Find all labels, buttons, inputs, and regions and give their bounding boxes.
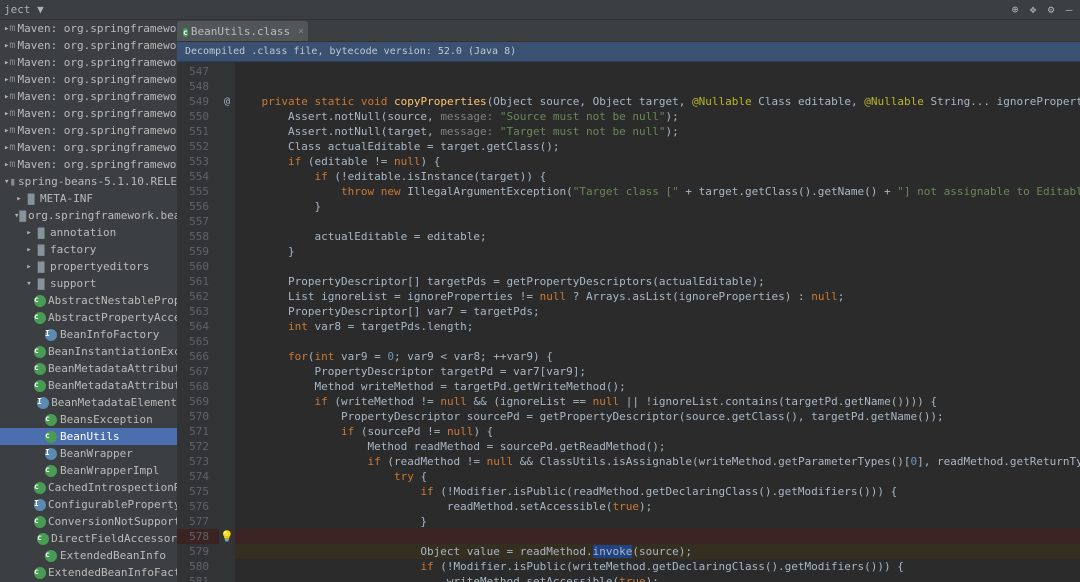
tree-item[interactable]: cBeanMetadataAttributeAccessor — [0, 377, 177, 394]
line-number[interactable]: 574 — [177, 469, 219, 484]
line-number[interactable]: 575 — [177, 484, 219, 499]
tree-item[interactable]: ▸mMaven: org.springframework.boot:spring… — [0, 20, 177, 37]
tree-item[interactable]: ▸mMaven: org.springframework.security:sp… — [0, 105, 177, 122]
gutter-glyph[interactable]: 💡 — [220, 530, 234, 543]
line-number[interactable]: 570 — [177, 409, 219, 424]
tree-item[interactable]: ▸▇factory — [0, 241, 177, 258]
tree-item[interactable]: ▸mMaven: org.springframework.security:sp… — [0, 71, 177, 88]
line-number[interactable]: 558 — [177, 229, 219, 244]
tree-item[interactable]: cAbstractPropertyAccessor — [0, 309, 177, 326]
line-number[interactable]: 565 — [177, 334, 219, 349]
tree-item[interactable]: cExtendedBeanInfoFactory — [0, 564, 177, 581]
tab-label: BeanUtils.class — [191, 25, 290, 38]
expand-icon[interactable]: ✥ — [1026, 3, 1040, 17]
project-tree-panel: ▸mMaven: org.springframework.boot:spring… — [0, 20, 177, 582]
class-file-icon: c — [183, 25, 188, 38]
project-toolbar: ject ▼ ⊕ ✥ ⚙ — — [0, 0, 1080, 20]
line-number[interactable]: 554 — [177, 169, 219, 184]
line-number[interactable]: 551 — [177, 124, 219, 139]
line-number[interactable]: 547 — [177, 64, 219, 79]
tree-item[interactable]: ▸mMaven: org.springframework.plugin:spri… — [0, 54, 177, 71]
line-number[interactable]: 568 — [177, 379, 219, 394]
tree-item[interactable]: ▸mMaven: org.springframework.security:sp… — [0, 88, 177, 105]
tree-item[interactable]: ▸mMaven: org.springframework:spring-bean… — [0, 156, 177, 173]
tree-item[interactable]: cDirectFieldAccessor — [0, 530, 177, 547]
gutter-glyphs: @💡 — [219, 62, 235, 582]
tree-item[interactable]: ▾▇org.springframework.beans — [0, 207, 177, 224]
project-dropdown[interactable]: ject ▼ — [4, 3, 44, 16]
line-number[interactable]: 549 — [177, 94, 219, 109]
tree-item[interactable]: cBeanWrapperImpl — [0, 462, 177, 479]
tree-item[interactable]: ▸mMaven: org.springframework.cloud:sprin… — [0, 37, 177, 54]
editor-tabs: c BeanUtils.class × — [177, 20, 1080, 42]
line-number[interactable]: 553 — [177, 154, 219, 169]
line-number[interactable]: 572 — [177, 439, 219, 454]
line-number[interactable]: 569 — [177, 394, 219, 409]
tree-item[interactable]: cBeansException — [0, 411, 177, 428]
gear-icon[interactable]: ⚙ — [1044, 3, 1058, 17]
tree-item[interactable]: cExtendedBeanInfo — [0, 547, 177, 564]
code-editor[interactable]: 5475485495505515525535545555565575585595… — [177, 62, 1080, 582]
line-number[interactable]: 550 — [177, 109, 219, 124]
tree-item[interactable]: cBeanMetadataAttribute — [0, 360, 177, 377]
project-tree[interactable]: ▸mMaven: org.springframework.boot:spring… — [0, 20, 177, 582]
line-number[interactable]: 548 — [177, 79, 219, 94]
line-number[interactable]: 577 — [177, 514, 219, 529]
tree-item[interactable]: IBeanInfoFactory — [0, 326, 177, 343]
line-number[interactable]: 556 — [177, 199, 219, 214]
line-number[interactable]: 557 — [177, 214, 219, 229]
line-number[interactable]: 580 — [177, 559, 219, 574]
line-number[interactable]: 566 — [177, 349, 219, 364]
tree-item[interactable]: IBeanMetadataElement — [0, 394, 177, 411]
line-number[interactable]: 555 — [177, 184, 219, 199]
tree-item[interactable]: ▸▇propertyeditors — [0, 258, 177, 275]
line-number[interactable]: 561 — [177, 274, 219, 289]
tree-item[interactable]: cCachedIntrospectionResults — [0, 479, 177, 496]
line-number[interactable]: 578 — [177, 529, 219, 544]
line-number[interactable]: 567 — [177, 364, 219, 379]
tree-item[interactable]: IBeanWrapper — [0, 445, 177, 462]
line-number[interactable]: 562 — [177, 289, 219, 304]
line-number[interactable]: 559 — [177, 244, 219, 259]
tree-item[interactable]: ▾▮spring-beans-5.1.10.RELEASE.jarlibrary — [0, 173, 177, 190]
decompiled-banner: Decompiled .class file, bytecode version… — [177, 42, 1080, 62]
line-number[interactable]: 581 — [177, 574, 219, 582]
line-number[interactable]: 576 — [177, 499, 219, 514]
locate-icon[interactable]: ⊕ — [1008, 3, 1022, 17]
collapse-icon[interactable]: — — [1062, 3, 1076, 17]
line-number[interactable]: 560 — [177, 259, 219, 274]
line-number[interactable]: 552 — [177, 139, 219, 154]
tree-item[interactable]: cAbstractNestablePropertyAccessor — [0, 292, 177, 309]
tree-item[interactable]: ▸mMaven: org.springframework:spring-aop:… — [0, 139, 177, 156]
gutter[interactable]: 5475485495505515525535545555565575585595… — [177, 62, 219, 582]
tree-item[interactable]: cBeanInstantiationException — [0, 343, 177, 360]
tree-item[interactable]: ▸▇annotation — [0, 224, 177, 241]
line-number[interactable]: 564 — [177, 319, 219, 334]
line-number[interactable]: 573 — [177, 454, 219, 469]
tree-item[interactable]: cConversionNotSupportedException — [0, 513, 177, 530]
gutter-glyph[interactable]: @ — [224, 96, 230, 107]
tab-beanutils[interactable]: c BeanUtils.class × — [177, 21, 308, 41]
tree-item[interactable]: ▾▇support — [0, 275, 177, 292]
line-number[interactable]: 579 — [177, 544, 219, 559]
tree-item[interactable]: ▸mMaven: org.springframework.security:sp… — [0, 122, 177, 139]
line-number[interactable]: 563 — [177, 304, 219, 319]
tree-item[interactable]: cBeanUtils — [0, 428, 177, 445]
close-icon[interactable]: × — [298, 26, 304, 37]
tree-item[interactable]: IConfigurablePropertyAccessor — [0, 496, 177, 513]
tree-item[interactable]: ▸▇META-INF — [0, 190, 177, 207]
code-content[interactable]: private static void copyProperties(Objec… — [235, 62, 1080, 582]
line-number[interactable]: 571 — [177, 424, 219, 439]
